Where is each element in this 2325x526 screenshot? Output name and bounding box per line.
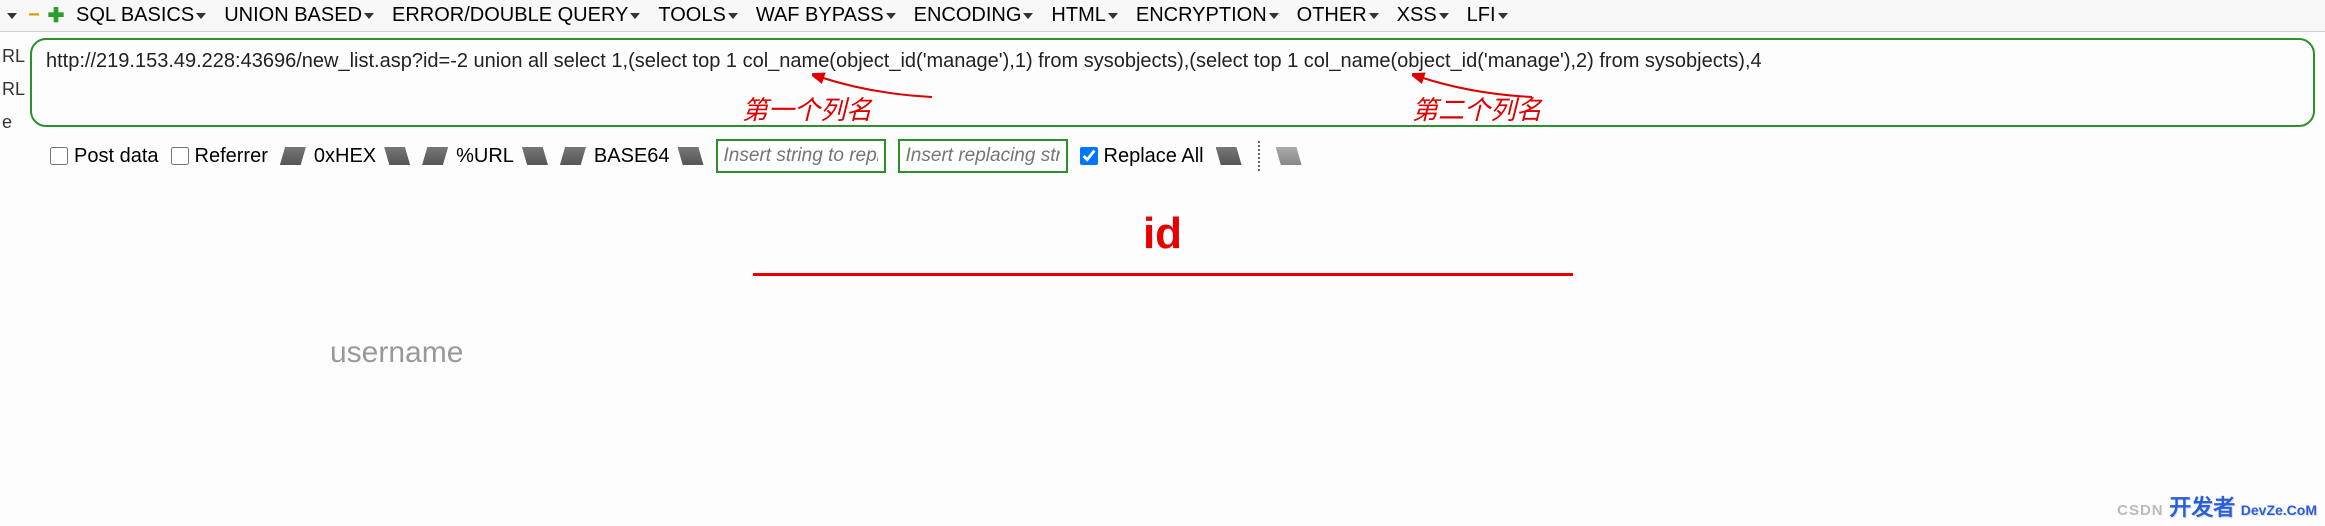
page-heading: id <box>0 209 2325 259</box>
chev-right-icon <box>678 147 704 165</box>
menu-union-based[interactable]: UNION BASED <box>218 2 380 29</box>
username-text: username <box>0 276 2325 370</box>
caret-icon <box>1369 13 1379 19</box>
replaceall-checkbox[interactable]: Replace All <box>1080 145 1204 168</box>
caret-icon <box>630 13 640 19</box>
menu-error-double[interactable]: ERROR/DOUBLE QUERY <box>386 2 646 29</box>
postdata-check-input[interactable] <box>50 147 68 165</box>
apply-right-icon[interactable] <box>1216 147 1242 165</box>
menu-encoding[interactable]: ENCODING <box>908 2 1040 29</box>
url-label: %URL <box>452 145 518 168</box>
menu-label: ERROR/DOUBLE QUERY <box>392 4 628 27</box>
watermark-small: CSDN <box>2117 502 2164 519</box>
menu-label: SQL BASICS <box>76 4 194 27</box>
replaceall-label: Replace All <box>1104 145 1204 168</box>
caret-icon <box>1023 13 1033 19</box>
menu-label: WAF BYPASS <box>756 4 884 27</box>
watermark-suffix: DevZe.CoM <box>2241 502 2317 518</box>
postdata-checkbox[interactable]: Post data <box>50 145 159 168</box>
caret-icon <box>886 13 896 19</box>
caret-icon <box>364 13 374 19</box>
menu-label: TOOLS <box>658 4 725 27</box>
watermark-big: 开发者 <box>2169 495 2235 520</box>
referrer-check-input[interactable] <box>171 147 189 165</box>
caret-icon <box>1439 13 1449 19</box>
referrer-label: Referrer <box>195 145 268 168</box>
chev-right-icon <box>522 147 548 165</box>
caret-icon <box>728 13 738 19</box>
menu-tools[interactable]: TOOLS <box>652 2 743 29</box>
menu-label: XSS <box>1397 4 1437 27</box>
replaceall-check-input[interactable] <box>1080 147 1098 165</box>
caret-icon <box>1498 13 1508 19</box>
menu-encryption[interactable]: ENCRYPTION <box>1130 2 1285 29</box>
postdata-label: Post data <box>74 145 159 168</box>
menu-label: ENCODING <box>914 4 1022 27</box>
plus-icon[interactable]: ✚ <box>48 8 64 24</box>
annotation-2: 第二个列名 <box>1412 90 1542 127</box>
menu-label: UNION BASED <box>224 4 362 27</box>
hex-encode-button[interactable]: 0xHEX <box>280 145 410 168</box>
menu-sql-basics[interactable]: SQL BASICS <box>70 2 212 29</box>
menubar: − ✚ SQL BASICS UNION BASED ERROR/DOUBLE … <box>0 0 2325 32</box>
annotation-1: 第一个列名 <box>742 90 872 127</box>
menu-waf-bypass[interactable]: WAF BYPASS <box>750 2 902 29</box>
referrer-checkbox[interactable]: Referrer <box>171 145 268 168</box>
chev-right-icon <box>384 147 410 165</box>
chev-left-icon <box>280 147 306 165</box>
divider <box>1258 141 1260 171</box>
menu-label: HTML <box>1051 4 1105 27</box>
hex-label: 0xHEX <box>310 145 380 168</box>
caret-icon <box>1108 13 1118 19</box>
find-string-input[interactable] <box>716 139 886 173</box>
watermark: CSDN 开发者 DevZe.CoM <box>2117 490 2317 522</box>
menu-label: LFI <box>1467 4 1496 27</box>
base64-label: BASE64 <box>590 145 674 168</box>
menu-other[interactable]: OTHER <box>1291 2 1385 29</box>
toolbar: Post data Referrer 0xHEX %URL BASE64 Rep… <box>0 133 2325 179</box>
menu-label: ENCRYPTION <box>1136 4 1267 27</box>
caret-icon <box>1269 13 1279 19</box>
url-encode-button[interactable]: %URL <box>422 145 548 168</box>
page-content: id username <box>0 179 2325 370</box>
url-row: http://219.153.49.228:43696/new_list.asp… <box>0 32 2325 133</box>
url-input[interactable]: http://219.153.49.228:43696/new_list.asp… <box>46 50 2299 73</box>
chev-left-icon <box>422 147 448 165</box>
replace-string-input[interactable] <box>898 139 1068 173</box>
menu-html[interactable]: HTML <box>1045 2 1123 29</box>
base64-encode-button[interactable]: BASE64 <box>560 145 704 168</box>
menu-xss[interactable]: XSS <box>1391 2 1455 29</box>
menu-label: OTHER <box>1297 4 1367 27</box>
apply-right2-icon[interactable] <box>1276 147 1302 165</box>
url-input-container[interactable]: http://219.153.49.228:43696/new_list.asp… <box>30 38 2315 127</box>
caret-icon <box>196 13 206 19</box>
menu-lfi[interactable]: LFI <box>1461 2 1514 29</box>
minus-icon[interactable]: − <box>26 8 42 24</box>
chev-left-icon <box>560 147 586 165</box>
dropdown-icon[interactable] <box>4 8 20 24</box>
